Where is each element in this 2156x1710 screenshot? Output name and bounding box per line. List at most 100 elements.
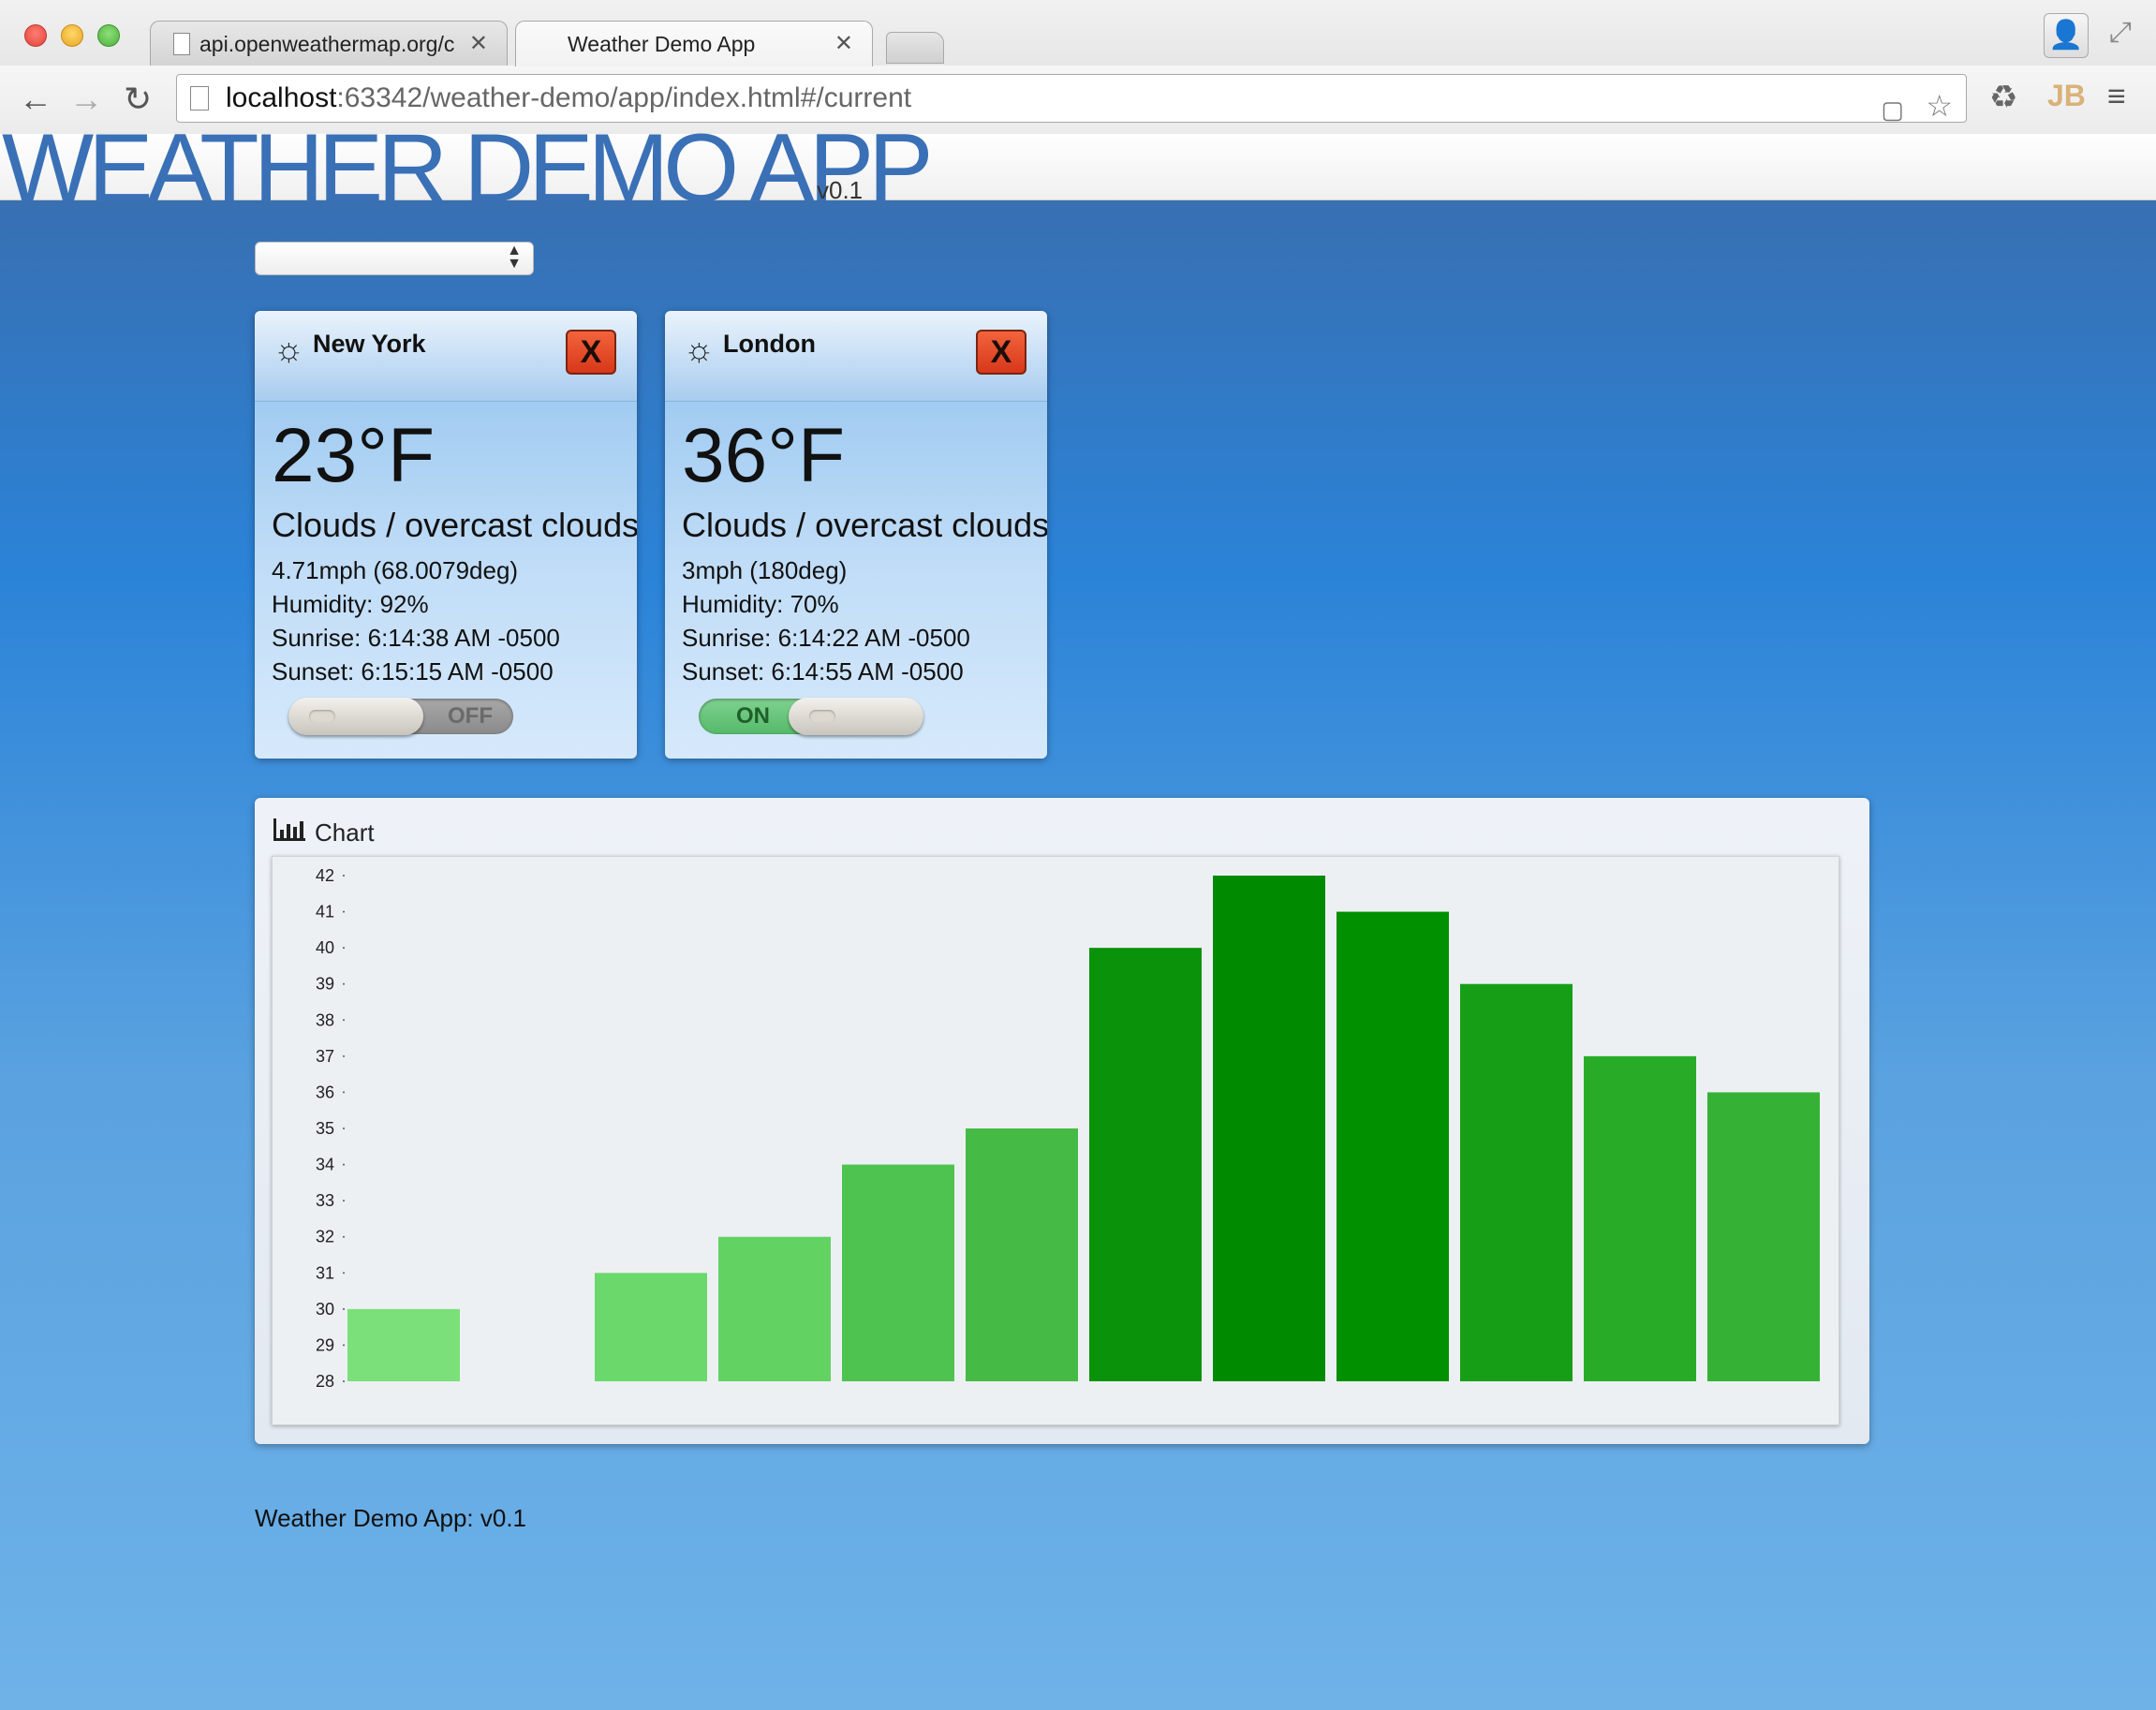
page-icon [173,33,190,55]
y-tick-label: 33 [316,1191,334,1210]
window-minimize-button[interactable] [61,24,83,47]
sun-icon: ☼ [273,330,304,368]
humidity: Humidity: 92% [272,590,429,618]
chart-bar [347,1308,460,1381]
condition: Clouds / overcast clouds [272,506,637,544]
temperature: 23°F [272,413,436,498]
y-tick-label: 41 [316,903,334,921]
chart-bar [718,1236,831,1381]
chart-toggle[interactable]: ON [699,698,923,735]
profile-icon[interactable]: 👤 [2044,13,2089,58]
chart-bar [1336,911,1449,1381]
sunrise: Sunrise: 6:14:22 AM -0500 [682,624,970,652]
y-tick-label: 40 [316,938,334,957]
sunset: Sunset: 6:15:15 AM -0500 [272,657,554,685]
y-tick-mark [343,1019,345,1022]
y-tick-mark [343,1200,345,1202]
fullscreen-icon[interactable]: ⤢ [2109,17,2132,49]
y-tick-mark [343,1128,345,1129]
y-tick-label: 39 [316,975,334,994]
toggle-label: ON [736,703,770,729]
bar-chart-icon [273,818,305,841]
forward-arrow-icon[interactable]: → [69,82,103,116]
recycle-extension-icon[interactable]: ♻ [1989,79,2017,116]
temperature: 36°F [682,413,846,498]
y-tick-label: 32 [316,1228,334,1246]
toggle-knob[interactable] [288,698,423,735]
new-tab-button[interactable] [886,32,944,64]
city-card-london: ☼ London X 36°F Clouds / overcast clouds… [665,311,1047,759]
y-tick-mark [343,947,345,950]
y-tick-label: 38 [316,1010,334,1029]
y-tick-label: 37 [316,1047,334,1066]
chart-bar [842,1164,954,1381]
y-tick-label: 31 [316,1263,334,1282]
city-select[interactable]: ▲ ▼ [255,242,534,275]
select-arrows-icon: ▲ ▼ [507,243,522,272]
humidity: Humidity: 70% [682,590,839,618]
y-tick-label: 28 [316,1372,334,1391]
tab-title: Weather Demo App [568,32,756,56]
y-tick-mark [343,1272,345,1275]
sun-icon: ☼ [684,330,715,368]
browser-tab-weather-demo[interactable]: Weather Demo App ✕ [515,21,873,66]
sunset: Sunset: 6:14:55 AM -0500 [682,657,964,685]
chart-panel-title: Chart [315,818,375,847]
y-tick-mark [343,1380,345,1382]
wind: 3mph (180deg) [682,556,848,584]
jetbrains-extension-icon[interactable]: JB [2047,79,2086,113]
y-tick-mark [343,1344,345,1347]
y-tick-mark [343,1054,345,1057]
window-close-button[interactable] [24,24,47,47]
chart-bar [966,1128,1078,1381]
y-tick-label: 29 [316,1335,334,1354]
page-action-icon[interactable]: ▢ [1881,86,1904,133]
chart-bar [1707,1092,1820,1381]
wind: 4.71mph (68.0079deg) [272,556,519,584]
app-title: WEATHER DEMO APP [2,114,933,223]
close-tab-icon[interactable]: ✕ [834,22,853,66]
chart-bar [1089,948,1202,1381]
y-tick-mark [343,1235,345,1238]
chart-bar [1213,876,1325,1381]
y-tick-mark [343,1091,345,1094]
y-tick-label: 42 [316,866,334,885]
city-name: New York [313,330,426,358]
footer-text: Weather Demo App: v0.1 [255,1504,527,1532]
chart-panel: Chart 28 29 30 31 32 33 34 35 36 37 38 39 40 41 42 [255,798,1869,1444]
y-tick-mark [343,910,345,913]
sunrise: Sunrise: 6:14:38 AM -0500 [272,624,560,652]
tab-title: api.openweathermap.org/c [199,32,455,56]
y-tick-label: 34 [316,1156,334,1174]
city-card-new-york: ☼ New York X 23°F Clouds / overcast clou… [255,311,637,759]
chart-area: 28 29 30 31 32 33 34 35 36 37 38 39 40 41 42 [272,856,1839,1425]
page-icon [190,86,209,111]
city-name: London [723,330,816,358]
menu-icon[interactable]: ≡ [2107,79,2126,115]
card-header: ☼ New York X [255,311,637,402]
remove-city-button[interactable]: X [566,330,616,375]
toggle-label: OFF [448,703,493,729]
y-tick-mark [343,982,345,985]
toggle-knob[interactable] [789,698,923,735]
back-arrow-icon[interactable]: ← [19,82,52,116]
bookmark-star-icon[interactable]: ☆ [1926,82,1953,129]
y-tick-mark [343,1307,345,1310]
reload-icon[interactable]: ↻ [124,82,152,116]
browser-tab-api[interactable]: api.openweathermap.org/c ✕ [150,21,508,66]
close-tab-icon[interactable]: ✕ [469,22,488,66]
chart-toggle[interactable]: OFF [288,698,513,735]
app-version: v0.1 [817,176,864,204]
card-header: ☼ London X [665,311,1047,402]
chart-bar [1460,983,1573,1381]
condition: Clouds / overcast clouds [682,506,1047,544]
window-zoom-button[interactable] [97,24,120,47]
y-tick-label: 36 [316,1083,334,1101]
chart-bar [1584,1055,1696,1381]
y-tick-mark [343,875,345,877]
temperature-bar-chart: 28 29 30 31 32 33 34 35 36 37 38 39 40 41 42 [316,866,1820,1391]
y-tick-label: 35 [316,1119,334,1138]
remove-city-button[interactable]: X [976,330,1026,375]
y-tick-label: 30 [316,1300,334,1319]
y-tick-mark [343,1163,345,1166]
